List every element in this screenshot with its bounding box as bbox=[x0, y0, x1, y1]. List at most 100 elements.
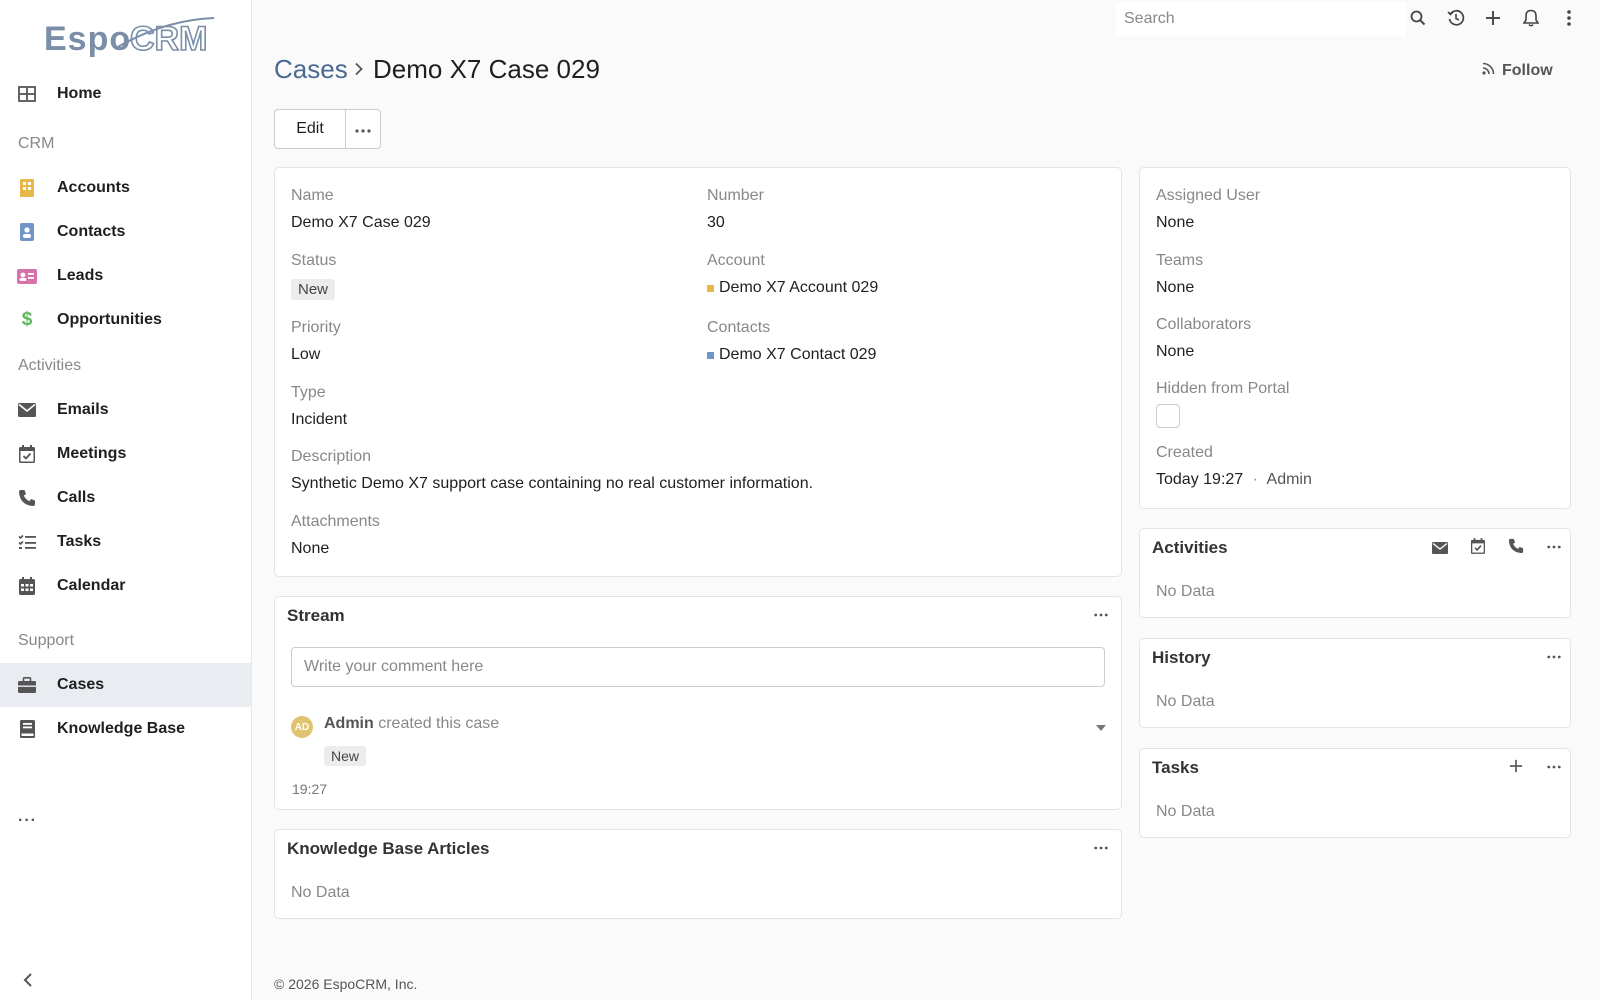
history-empty: No Data bbox=[1156, 693, 1215, 710]
field-label-type: Type bbox=[291, 384, 326, 401]
field-label-description: Description bbox=[291, 448, 372, 465]
sidebar-item-emails[interactable]: Emails bbox=[0, 388, 251, 432]
schedule-meeting-icon[interactable] bbox=[1468, 538, 1488, 554]
calendar-icon bbox=[17, 576, 37, 596]
breadcrumb-cases-link[interactable]: Cases bbox=[274, 54, 348, 85]
created-time: Today 19:27 bbox=[1156, 471, 1244, 488]
field-label-number: Number bbox=[707, 187, 764, 204]
log-call-icon[interactable] bbox=[1506, 538, 1526, 554]
note-status-badge: New bbox=[324, 746, 367, 766]
plus-icon[interactable] bbox=[1506, 758, 1526, 774]
sidebar-item-cases[interactable]: Cases bbox=[0, 663, 251, 707]
field-label-hidden-from-portal: Hidden from Portal bbox=[1156, 380, 1290, 397]
tasks-panel: Tasks No Data bbox=[1139, 748, 1571, 838]
sidebar-item-accounts[interactable]: Accounts bbox=[0, 166, 251, 210]
building-icon bbox=[17, 178, 37, 198]
account-link[interactable]: Demo X7 Account 029 bbox=[707, 279, 878, 297]
collapse-sidebar-icon[interactable] bbox=[18, 970, 38, 990]
sidebar-item-knowledge-base[interactable]: Knowledge Base bbox=[0, 707, 251, 751]
sidebar-item-meetings[interactable]: Meetings bbox=[0, 432, 251, 476]
account-square-icon bbox=[707, 284, 714, 292]
field-value-type: Incident bbox=[291, 411, 348, 428]
search-input[interactable] bbox=[1116, 2, 1406, 36]
comment-input[interactable] bbox=[291, 647, 1105, 687]
sidebar-item-label: Tasks bbox=[57, 533, 102, 550]
field-value-description: Synthetic Demo X7 support case containin… bbox=[291, 475, 814, 492]
page-title: Demo X7 Case 029 bbox=[373, 54, 600, 84]
note-user-link[interactable]: Admin bbox=[324, 715, 374, 732]
nav-group-crm: CRM bbox=[18, 135, 55, 152]
footer-copyright: © 2026 EspoCRM, Inc. bbox=[274, 976, 418, 992]
note-action: created this case bbox=[373, 715, 500, 732]
more-actions-button[interactable] bbox=[346, 110, 380, 148]
field-value-teams: None bbox=[1156, 279, 1195, 296]
history-icon[interactable] bbox=[1446, 8, 1466, 28]
search-icon[interactable] bbox=[1408, 8, 1428, 28]
contact-link-label: Demo X7 Contact 029 bbox=[719, 346, 877, 363]
activities-panel: Activities No Data bbox=[1139, 528, 1571, 618]
field-value-attachments: None bbox=[291, 540, 330, 557]
ellipsis-icon[interactable] bbox=[1544, 759, 1564, 775]
stream-panel: Stream AD Admin created this case New 19… bbox=[274, 596, 1122, 810]
espocrm-logo[interactable]: Espo CRM bbox=[44, 14, 224, 60]
hidden-from-portal-checkbox[interactable] bbox=[1156, 404, 1180, 428]
sidebar-item-home[interactable]: Home bbox=[0, 72, 251, 116]
field-label-account: Account bbox=[707, 252, 765, 269]
activities-empty: No Data bbox=[1156, 583, 1215, 600]
sidebar-item-tasks[interactable]: Tasks bbox=[0, 520, 251, 564]
status-badge: New bbox=[291, 279, 336, 300]
address-book-icon bbox=[17, 222, 37, 242]
ellipsis-icon[interactable] bbox=[1544, 539, 1564, 555]
edit-button[interactable]: Edit bbox=[275, 110, 346, 148]
plus-icon[interactable] bbox=[1483, 8, 1503, 28]
book-icon bbox=[17, 719, 37, 739]
ellipsis-icon[interactable] bbox=[1544, 649, 1564, 665]
contact-link[interactable]: Demo X7 Contact 029 bbox=[707, 346, 876, 364]
sidebar-item-label: Calls bbox=[57, 489, 96, 506]
note-timestamp[interactable]: 19:27 bbox=[292, 781, 327, 797]
tasks-empty: No Data bbox=[1156, 803, 1215, 820]
sidebar-item-label: Emails bbox=[57, 401, 109, 418]
more-menu-icon[interactable]: ··· bbox=[18, 812, 37, 830]
knowledge-base-empty: No Data bbox=[291, 884, 350, 901]
nav-group-support: Support bbox=[18, 632, 75, 649]
briefcase-icon bbox=[17, 675, 37, 695]
follow-button[interactable]: Follow bbox=[1482, 62, 1553, 80]
sidebar-item-label: Calendar bbox=[57, 577, 126, 594]
history-panel: History No Data bbox=[1139, 638, 1571, 728]
phone-icon bbox=[17, 488, 37, 508]
field-value-created: Today 19:27 · Admin bbox=[1156, 471, 1312, 489]
ellipsis-icon[interactable] bbox=[1091, 607, 1111, 623]
field-label-status: Status bbox=[291, 252, 337, 269]
sidebar-item-leads[interactable]: Leads bbox=[0, 254, 251, 298]
sidebar-item-opportunities[interactable]: $ Opportunities bbox=[0, 298, 251, 342]
ellipsis-icon[interactable] bbox=[1091, 840, 1111, 856]
account-link-label: Demo X7 Account 029 bbox=[719, 279, 879, 296]
svg-text:Espo: Espo bbox=[44, 20, 131, 58]
field-value-priority: Low bbox=[291, 346, 321, 363]
field-label-assigned-user: Assigned User bbox=[1156, 187, 1261, 204]
sidebar-item-label: Knowledge Base bbox=[57, 720, 186, 737]
tasks-panel-title: Tasks bbox=[1152, 758, 1199, 777]
created-by-link[interactable]: Admin bbox=[1267, 471, 1312, 488]
sidebar-item-calls[interactable]: Calls bbox=[0, 476, 251, 520]
calendar-check-icon bbox=[17, 444, 37, 464]
field-label-priority: Priority bbox=[291, 319, 341, 336]
rss-icon bbox=[1482, 62, 1495, 80]
sidebar-item-contacts[interactable]: Contacts bbox=[0, 210, 251, 254]
field-value-collaborators: None bbox=[1156, 343, 1195, 360]
field-label-collaborators: Collaborators bbox=[1156, 316, 1252, 333]
field-value-number: 30 bbox=[707, 214, 725, 231]
bell-icon[interactable] bbox=[1521, 8, 1541, 28]
sidebar: Espo CRM Home CRM Accounts Contacts Lead… bbox=[0, 0, 252, 1000]
field-label-created: Created bbox=[1156, 444, 1213, 461]
kebab-icon[interactable] bbox=[1559, 8, 1579, 28]
caret-down-icon[interactable] bbox=[1096, 719, 1106, 731]
knowledge-base-panel-title: Knowledge Base Articles bbox=[287, 839, 490, 858]
sidebar-item-label: Leads bbox=[57, 267, 104, 284]
compose-email-icon[interactable] bbox=[1430, 540, 1450, 556]
id-card-icon bbox=[17, 266, 37, 286]
sidebar-item-calendar[interactable]: Calendar bbox=[0, 564, 251, 608]
chevron-right-icon bbox=[352, 62, 366, 76]
avatar: AD bbox=[291, 716, 313, 738]
